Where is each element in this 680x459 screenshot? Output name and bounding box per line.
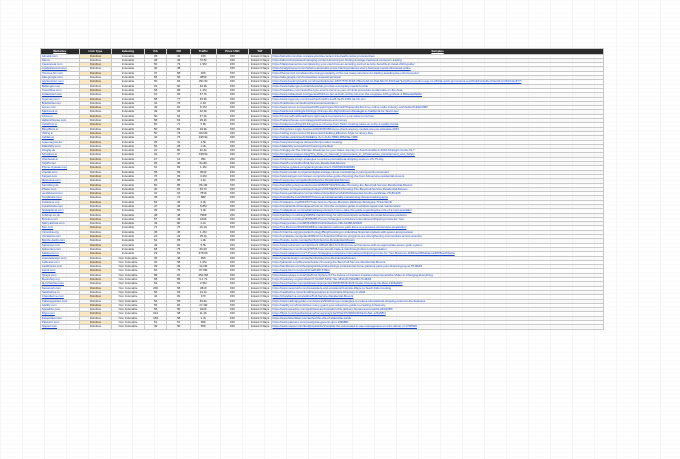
tat-cell: Instant 3 Days	[248, 96, 272, 102]
tat-cell: Instant 3 Days	[248, 276, 272, 283]
tat-cell: Instant 3 Days	[248, 173, 272, 180]
tat-cell: Instant 3 Days	[248, 251, 272, 257]
website-link[interactable]: Nopsoi.com	[40, 324, 80, 330]
traffic-cell: 65K	[189, 324, 217, 330]
tat-cell: Instant 3 Days	[248, 92, 272, 98]
tat-cell: Instant 3 Days	[248, 83, 272, 90]
tat-cell: Instant 3 Days	[248, 62, 272, 68]
tat-cell: Instant 3 Days	[248, 118, 272, 124]
tat-cell: Instant 3 Days	[248, 135, 272, 141]
tat-cell: Instant 3 Days	[248, 191, 272, 197]
tat-cell: Instant 3 Days	[248, 139, 272, 145]
table-body: Atmetik.com Dofollow Indexable 35 49 156 150 In…	[40, 53, 605, 330]
tat-cell: Instant 3 Days	[248, 319, 272, 326]
tat-cell: Instant 3 Days	[248, 221, 272, 227]
tat-cell: Instant 3 Days	[248, 148, 272, 154]
tat-cell: Instant 3 Days	[248, 109, 272, 115]
tat-cell: Instant 3 Days	[248, 294, 272, 300]
sample-link[interactable]: https://www.nopsoi.com/food/postcards/1/…	[270, 324, 605, 330]
tat-cell: Instant 3 Days	[248, 126, 272, 132]
tat-cell: Instant 3 Days	[248, 57, 272, 64]
tat-cell: Instant 3 Days	[248, 195, 272, 201]
table-row: jesclevetren.com Dofollow Indexable 50 84 391…	[40, 79, 605, 85]
table-row: Nopsoi.com Dofollow Non Indexable 49 50 65K 15…	[40, 324, 605, 330]
tat-cell: Instant 3 Days	[248, 212, 272, 218]
tat-cell: Instant 3 Days	[248, 66, 272, 72]
dr-cell: 50	[166, 324, 191, 330]
tat-cell: Instant 3 Days	[248, 234, 272, 240]
tat-cell: Instant 3 Days	[248, 143, 272, 150]
tat-cell: Instant 3 Days	[248, 130, 272, 137]
tat-cell: Instant 3 Days	[248, 199, 272, 206]
tat-cell: Instant 3 Days	[248, 246, 272, 253]
tat-cell: Instant 3 Days	[248, 165, 272, 171]
tat-cell: Instant 3 Days	[248, 302, 272, 309]
tat-cell: Instant 3 Days	[248, 289, 272, 296]
da-cell: 49	[143, 324, 168, 330]
tat-cell: Instant 3 Days	[248, 113, 272, 120]
websites-table: Websites Link Type Indexing DA DR Traffic Pric…	[40, 48, 605, 330]
tat-cell: Instant 3 Days	[248, 242, 272, 248]
tat-cell: Instant 3 Days	[248, 272, 272, 279]
tat-cell: Instant 3 Days	[248, 79, 272, 85]
tat-cell: Instant 3 Days	[248, 238, 272, 244]
tat-cell: Instant 3 Days	[248, 100, 272, 107]
tat-cell: Instant 3 Days	[248, 152, 272, 158]
tat-cell: Instant 3 Days	[248, 307, 272, 313]
tat-cell: Instant 3 Days	[248, 203, 272, 210]
tat-cell: Instant 3 Days	[248, 169, 272, 175]
tat-cell: Instant 3 Days	[248, 75, 272, 81]
tat-cell: Instant 3 Days	[248, 208, 272, 214]
tat-cell: Instant 3 Days	[248, 281, 272, 287]
tat-cell: Instant 3 Days	[248, 315, 272, 322]
tat-cell: Instant 3 Days	[248, 311, 272, 317]
tat-cell: Instant 3 Days	[248, 268, 272, 274]
tat-cell: Instant 3 Days	[248, 53, 272, 59]
tat-cell: Instant 3 Days	[248, 70, 272, 77]
price-cell: 150	[215, 324, 250, 330]
link-type-cell: Dofollow	[78, 324, 113, 330]
tat-cell: Instant 3 Days	[248, 259, 272, 266]
tat-cell: Instant 3 Days	[248, 160, 272, 167]
tat-cell: Instant 3 Days	[248, 225, 272, 231]
tat-cell: Instant 3 Days	[248, 178, 272, 184]
tat-cell: Instant 3 Days	[248, 229, 272, 236]
tat-cell: Instant 3 Days	[248, 156, 272, 163]
tat-cell: Instant 3 Days	[248, 182, 272, 188]
tat-cell: Instant 3 Days	[248, 324, 272, 330]
tat-cell: Instant 3 Days	[248, 285, 272, 291]
indexing-cell: Non Indexable	[111, 324, 145, 330]
tat-cell: Instant 3 Days	[248, 105, 272, 111]
tat-cell: Instant 3 Days	[248, 298, 272, 304]
tat-cell: Instant 3 Days	[248, 186, 272, 193]
tat-cell: Instant 3 Days	[248, 87, 272, 94]
tat-cell: Instant 3 Days	[248, 216, 272, 223]
tat-cell: Instant 3 Days	[248, 122, 272, 128]
tat-cell: Instant 3 Days	[248, 255, 272, 261]
tat-cell: Instant 3 Days	[248, 264, 272, 270]
